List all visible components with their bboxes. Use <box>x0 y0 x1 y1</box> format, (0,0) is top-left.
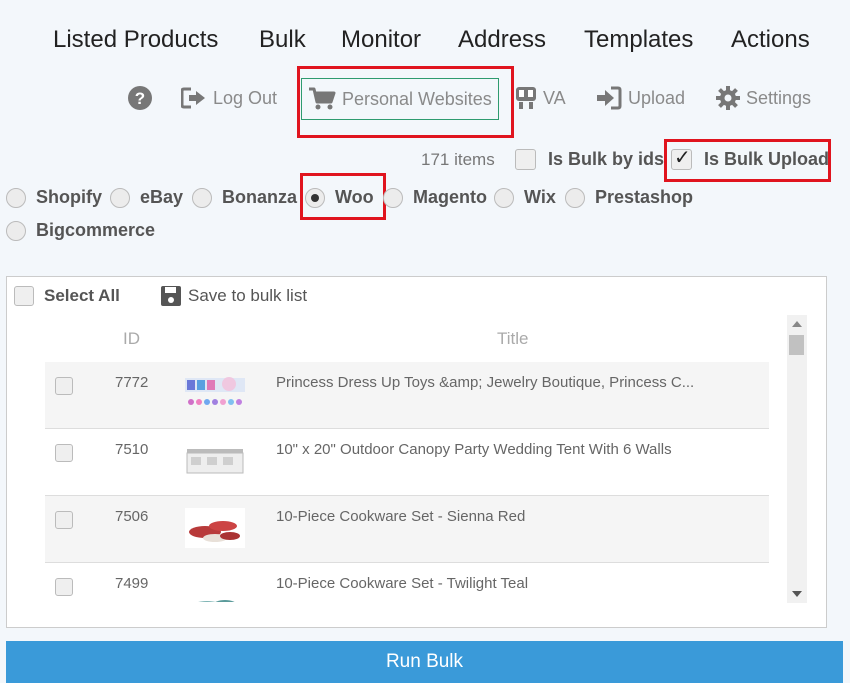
is-bulk-by-ids-label: Is Bulk by ids <box>548 149 665 169</box>
svg-text:?: ? <box>135 89 145 108</box>
scroll-up-icon[interactable] <box>792 321 802 327</box>
row-id: 7772 <box>115 374 149 391</box>
platform-label: Magento <box>413 187 487 207</box>
logout-label: Log Out <box>213 87 278 108</box>
save-to-bulk-button[interactable]: Save to bulk list <box>160 285 307 307</box>
nav-address[interactable]: Address <box>458 26 546 54</box>
radio-magento[interactable] <box>383 187 403 208</box>
column-header-title: Title <box>497 329 529 348</box>
row-title: Princess Dress Up Toys &amp; Jewelry Bou… <box>276 374 695 391</box>
platform-woo[interactable]: Woo <box>305 187 374 208</box>
platform-label: Bonanza <box>222 187 298 207</box>
products-panel: Select All Save to bulk list ID Title 77… <box>6 276 827 628</box>
upload-label: Upload <box>628 87 686 108</box>
nav-actions[interactable]: Actions <box>731 26 810 54</box>
row-checkbox[interactable] <box>55 444 73 462</box>
upload-button[interactable]: Upload <box>596 86 685 110</box>
platform-label: Bigcommerce <box>36 220 156 240</box>
is-bulk-upload-checkbox[interactable] <box>671 145 692 170</box>
platform-ebay[interactable]: eBay <box>110 187 183 208</box>
table-body: 7772 Princess Dress Up Toys &amp; Jewelr… <box>45 362 769 602</box>
secondary-toolbar: ? Log Out Personal Websites VA Upload Se… <box>0 78 850 122</box>
radio-wix[interactable] <box>494 187 514 208</box>
is-bulk-by-ids-option[interactable]: Is Bulk by ids <box>515 149 664 170</box>
table-row[interactable]: 7510 10" x 20" Outdoor Canopy Party Wedd… <box>45 429 769 496</box>
help-button[interactable]: ? <box>128 86 152 110</box>
column-header-id: ID <box>123 329 140 348</box>
select-all-label: Select All <box>44 286 120 305</box>
va-button[interactable]: VA <box>515 86 566 110</box>
row-id: 7506 <box>115 508 149 525</box>
settings-label: Settings <box>746 87 812 108</box>
radio-bonanza[interactable] <box>192 187 212 208</box>
is-bulk-upload-label: Is Bulk Upload <box>704 149 830 169</box>
platform-label: eBay <box>140 187 184 207</box>
personal-websites-label: Personal Websites <box>342 88 492 109</box>
table-row[interactable]: 7772 Princess Dress Up Toys &amp; Jewelr… <box>45 362 769 429</box>
platform-prestashop[interactable]: Prestashop <box>565 187 693 208</box>
items-count: 171 items <box>421 150 495 169</box>
shopping-cart-icon <box>309 87 336 110</box>
select-all-option[interactable]: Select All <box>14 286 120 306</box>
gear-icon <box>716 86 740 110</box>
platform-label: Wix <box>524 187 556 207</box>
radio-shopify[interactable] <box>6 187 26 208</box>
product-thumbnail <box>186 449 244 474</box>
platform-shopify[interactable]: Shopify <box>6 187 102 208</box>
scroll-down-icon[interactable] <box>792 591 802 597</box>
radio-woo[interactable] <box>305 187 325 208</box>
platform-bigcommerce[interactable]: Bigcommerce <box>6 220 155 241</box>
sign-in-icon <box>597 86 622 110</box>
nav-monitor[interactable]: Monitor <box>341 26 421 54</box>
floppy-disk-icon <box>161 286 181 306</box>
va-icon <box>516 87 536 109</box>
row-title: 10-Piece Cookware Set - Twilight Teal <box>276 575 529 592</box>
settings-button[interactable]: Settings <box>716 86 811 110</box>
row-title: 10" x 20" Outdoor Canopy Party Wedding T… <box>276 441 672 458</box>
question-circle-icon: ? <box>128 86 152 110</box>
platform-magento[interactable]: Magento <box>383 187 487 208</box>
personal-websites-button[interactable]: Personal Websites <box>301 78 499 120</box>
product-thumbnail <box>185 508 245 548</box>
table-row[interactable]: 7506 10-Piece Cookware Set - Sienna Red <box>45 496 769 563</box>
logout-button[interactable]: Log Out <box>181 87 277 109</box>
radio-bigcommerce[interactable] <box>6 220 26 241</box>
radio-ebay[interactable] <box>110 187 130 208</box>
platform-label: Shopify <box>36 187 102 207</box>
platform-wix[interactable]: Wix <box>494 187 556 208</box>
nav-listed-products[interactable]: Listed Products <box>53 26 218 54</box>
radio-prestashop[interactable] <box>565 187 585 208</box>
is-bulk-upload-option[interactable]: Is Bulk Upload <box>671 145 830 170</box>
product-thumbnail <box>198 600 235 602</box>
nav-bulk[interactable]: Bulk <box>259 26 306 54</box>
scroll-thumb[interactable] <box>789 335 804 355</box>
row-checkbox[interactable] <box>55 578 73 596</box>
nav-templates[interactable]: Templates <box>584 26 693 54</box>
row-checkbox[interactable] <box>55 377 73 395</box>
table-scrollbar[interactable] <box>787 315 807 603</box>
top-nav: Listed Products Bulk Monitor Address Tem… <box>0 26 850 56</box>
product-thumbnail <box>185 377 245 405</box>
save-to-bulk-label: Save to bulk list <box>188 286 308 305</box>
sign-out-icon <box>181 87 205 109</box>
platform-label: Woo <box>335 187 374 207</box>
table-row[interactable]: 7499 10-Piece Cookware Set - Twilight Te… <box>45 563 769 602</box>
select-all-checkbox[interactable] <box>14 286 34 306</box>
row-checkbox[interactable] <box>55 511 73 529</box>
va-label: VA <box>543 87 566 108</box>
is-bulk-by-ids-checkbox[interactable] <box>515 149 536 170</box>
run-bulk-button[interactable]: Run Bulk <box>6 641 843 683</box>
row-title: 10-Piece Cookware Set - Sienna Red <box>276 508 526 525</box>
platform-bonanza[interactable]: Bonanza <box>192 187 297 208</box>
row-id: 7510 <box>115 441 149 458</box>
platform-label: Prestashop <box>595 187 694 207</box>
row-id: 7499 <box>115 575 149 592</box>
